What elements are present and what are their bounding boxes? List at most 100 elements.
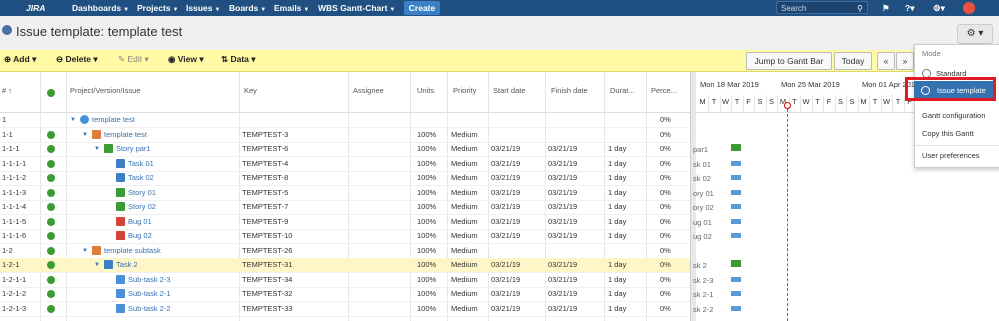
row-number: 1-1-1-2 bbox=[2, 173, 27, 182]
duration-value: 1 day bbox=[608, 231, 627, 240]
gear-icon[interactable]: ⚙▾ bbox=[933, 0, 945, 16]
col-header-finish[interactable]: Finish date bbox=[551, 86, 588, 95]
table-row[interactable]: 1-2 ▼ template subtask TEMPTEST-26 100% Mediu… bbox=[0, 244, 690, 259]
add-button[interactable]: ⊕ Add ▾ bbox=[4, 54, 36, 65]
duration-value: 1 day bbox=[608, 187, 627, 197]
col-header-priority[interactable]: Priority bbox=[453, 86, 476, 95]
avatar[interactable] bbox=[963, 2, 975, 14]
percent-value: 0% bbox=[660, 274, 671, 284]
gantt-bar[interactable] bbox=[731, 189, 741, 195]
data-button[interactable]: ⇅ Data ▾ bbox=[221, 54, 256, 65]
issue-name-link[interactable]: Sub-task 2-2 bbox=[128, 302, 171, 316]
row-number: 1-1 bbox=[2, 129, 13, 139]
col-header-num[interactable]: # ↑ bbox=[2, 86, 12, 95]
next-button[interactable]: » bbox=[896, 52, 914, 70]
finish-date: 03/21/19 bbox=[548, 231, 578, 240]
gantt-bar[interactable] bbox=[731, 305, 741, 311]
chevron-down-icon: ▼ bbox=[389, 7, 396, 13]
issue-name-link[interactable]: template subtask bbox=[104, 244, 161, 258]
gantt-bar[interactable] bbox=[731, 260, 741, 267]
create-button[interactable]: Create bbox=[404, 1, 440, 15]
table-row[interactable]: 1 ▼ template test 0% bbox=[0, 113, 690, 128]
units-value: 100% bbox=[417, 173, 437, 182]
issue-name-link[interactable]: template test bbox=[92, 113, 135, 127]
col-header-project[interactable]: Project/Version/Issue bbox=[70, 86, 140, 95]
table-row[interactable]: 1-1 ▼ template test TEMPTEST-3 100% Medium 0% bbox=[0, 128, 690, 143]
task-icon bbox=[116, 158, 125, 168]
nav-emails[interactable]: Emails ▼ bbox=[274, 0, 309, 16]
nav-projects[interactable]: Projects ▼ bbox=[137, 0, 179, 16]
edit-button[interactable]: ✎ Edit ▾ bbox=[118, 54, 149, 65]
issue-name-link[interactable]: Task 02 bbox=[128, 171, 154, 185]
issue-name-link[interactable]: Story 02 bbox=[128, 200, 156, 214]
start-date: 03/21/19 bbox=[491, 303, 521, 313]
table-row[interactable]: 1-1-1-1 Task 01 TEMPTEST-4 100% Medium 03/21/… bbox=[0, 157, 690, 172]
settings-button[interactable]: ⚙ ▾ bbox=[957, 24, 993, 44]
nav-dashboards[interactable]: Dashboards ▼ bbox=[72, 0, 129, 16]
col-header-start[interactable]: Start date bbox=[493, 86, 526, 95]
issue-name-link[interactable]: Bug 01 bbox=[128, 215, 152, 229]
gantt-bar[interactable] bbox=[731, 160, 741, 166]
row-number: 1-1-1-6 bbox=[2, 231, 27, 240]
jump-to-gantt-bar-button[interactable]: Jump to Gantt Bar bbox=[746, 52, 832, 70]
duration-value: 1 day bbox=[608, 274, 627, 284]
col-header-duration[interactable]: Durat... bbox=[610, 86, 635, 95]
issue-name-link[interactable]: Task 01 bbox=[128, 157, 154, 171]
issue-name-link[interactable]: Bug 02 bbox=[128, 229, 152, 243]
col-header-units[interactable]: Units bbox=[417, 86, 434, 95]
search-input[interactable]: Search ⚲ bbox=[776, 1, 868, 14]
gantt-bar[interactable] bbox=[731, 204, 741, 209]
nav-boards[interactable]: Boards ▼ bbox=[229, 0, 266, 16]
expand-toggle-icon[interactable]: ▼ bbox=[94, 142, 100, 156]
view-button[interactable]: ◉ View ▾ bbox=[168, 54, 204, 65]
expand-toggle-icon[interactable]: ▼ bbox=[82, 128, 88, 142]
issue-name-link[interactable]: Task 2 bbox=[116, 258, 138, 272]
gantt-bar[interactable] bbox=[731, 276, 741, 282]
percent-value: 0% bbox=[660, 289, 671, 298]
issue-name-link[interactable]: Sub-task 2-1 bbox=[128, 287, 171, 301]
table-row[interactable]: 1-1-1-5 Bug 01 TEMPTEST-9 100% Medium 03/21/1… bbox=[0, 215, 690, 230]
gantt-bar[interactable] bbox=[731, 233, 741, 238]
expand-toggle-icon[interactable]: ▼ bbox=[82, 244, 88, 258]
expand-toggle-icon[interactable]: ▼ bbox=[94, 258, 100, 272]
nav-wbs-gantt[interactable]: WBS Gantt-Chart ▼ bbox=[318, 0, 395, 16]
menu-item-user-preferences[interactable]: User preferences bbox=[922, 151, 980, 160]
menu-item-copy-gantt[interactable]: Copy this Gantt bbox=[922, 129, 974, 138]
nav-issues[interactable]: Issues ▼ bbox=[186, 0, 220, 16]
gantt-bar-label: ug 01 bbox=[693, 217, 712, 227]
expand-toggle-icon[interactable]: ▼ bbox=[70, 113, 76, 127]
priority-value: Medium bbox=[451, 173, 478, 182]
jira-logo[interactable]: JIRA bbox=[26, 0, 45, 16]
table-row[interactable]: 1-1-1 ▼ Story par1 TEMPTEST-6 100% Medium 03/2… bbox=[0, 142, 690, 157]
table-row[interactable]: 1-2-1 ▼ Task 2 TEMPTEST-31 100% Medium 03/21/1… bbox=[0, 258, 690, 273]
feedback-icon[interactable]: ⚑ bbox=[882, 0, 890, 16]
status-icon bbox=[47, 174, 55, 182]
table-row[interactable]: 1-1-1-2 Task 02 TEMPTEST-8 100% Medium 03/21/… bbox=[0, 171, 690, 186]
table-row[interactable]: 1-1-1-3 Story 01 TEMPTEST-5 100% Medium 03/21… bbox=[0, 186, 690, 201]
table-row[interactable]: 1-2-1-1 Sub-task 2-3 TEMPTEST-34 100% Medium… bbox=[0, 273, 690, 288]
gantt-day-label: S bbox=[757, 97, 763, 106]
gantt-bar[interactable] bbox=[731, 144, 741, 151]
issue-key: TEMPTEST-4 bbox=[242, 158, 289, 168]
col-header-percent[interactable]: Perce... bbox=[651, 86, 677, 95]
issue-name-link[interactable]: Story par1 bbox=[116, 142, 151, 156]
start-date: 03/21/19 bbox=[491, 216, 521, 226]
table-row[interactable]: 1-1-1-4 Story 02 TEMPTEST-7 100% Medium 03/21… bbox=[0, 200, 690, 215]
issue-name-link[interactable]: Story 01 bbox=[128, 186, 156, 200]
delete-button[interactable]: ⊖ Delete ▾ bbox=[56, 54, 98, 65]
table-row[interactable]: 1-1-1-6 Bug 02 TEMPTEST-10 100% Medium 03/21/… bbox=[0, 229, 690, 244]
issue-name-link[interactable]: Sub-task 2-3 bbox=[128, 273, 171, 287]
col-header-assignee[interactable]: Assignee bbox=[353, 86, 384, 95]
help-icon[interactable]: ?▾ bbox=[905, 0, 914, 16]
table-row[interactable]: 1-2-1-2 Sub-task 2-1 TEMPTEST-32 100% Medium… bbox=[0, 287, 690, 302]
prev-button[interactable]: « bbox=[877, 52, 895, 70]
issue-name-link[interactable]: template test bbox=[104, 128, 147, 142]
finish-date: 03/21/19 bbox=[548, 158, 578, 168]
menu-item-gantt-configuration[interactable]: Gantt configuration bbox=[922, 111, 985, 120]
gantt-bar[interactable] bbox=[731, 218, 741, 224]
gantt-bar[interactable] bbox=[731, 175, 741, 180]
gantt-bar[interactable] bbox=[731, 291, 741, 296]
today-button[interactable]: Today bbox=[834, 52, 872, 70]
col-header-key[interactable]: Key bbox=[244, 86, 257, 95]
table-row[interactable]: 1-2-1-3 Sub-task 2-2 TEMPTEST-33 100% Medium… bbox=[0, 302, 690, 317]
